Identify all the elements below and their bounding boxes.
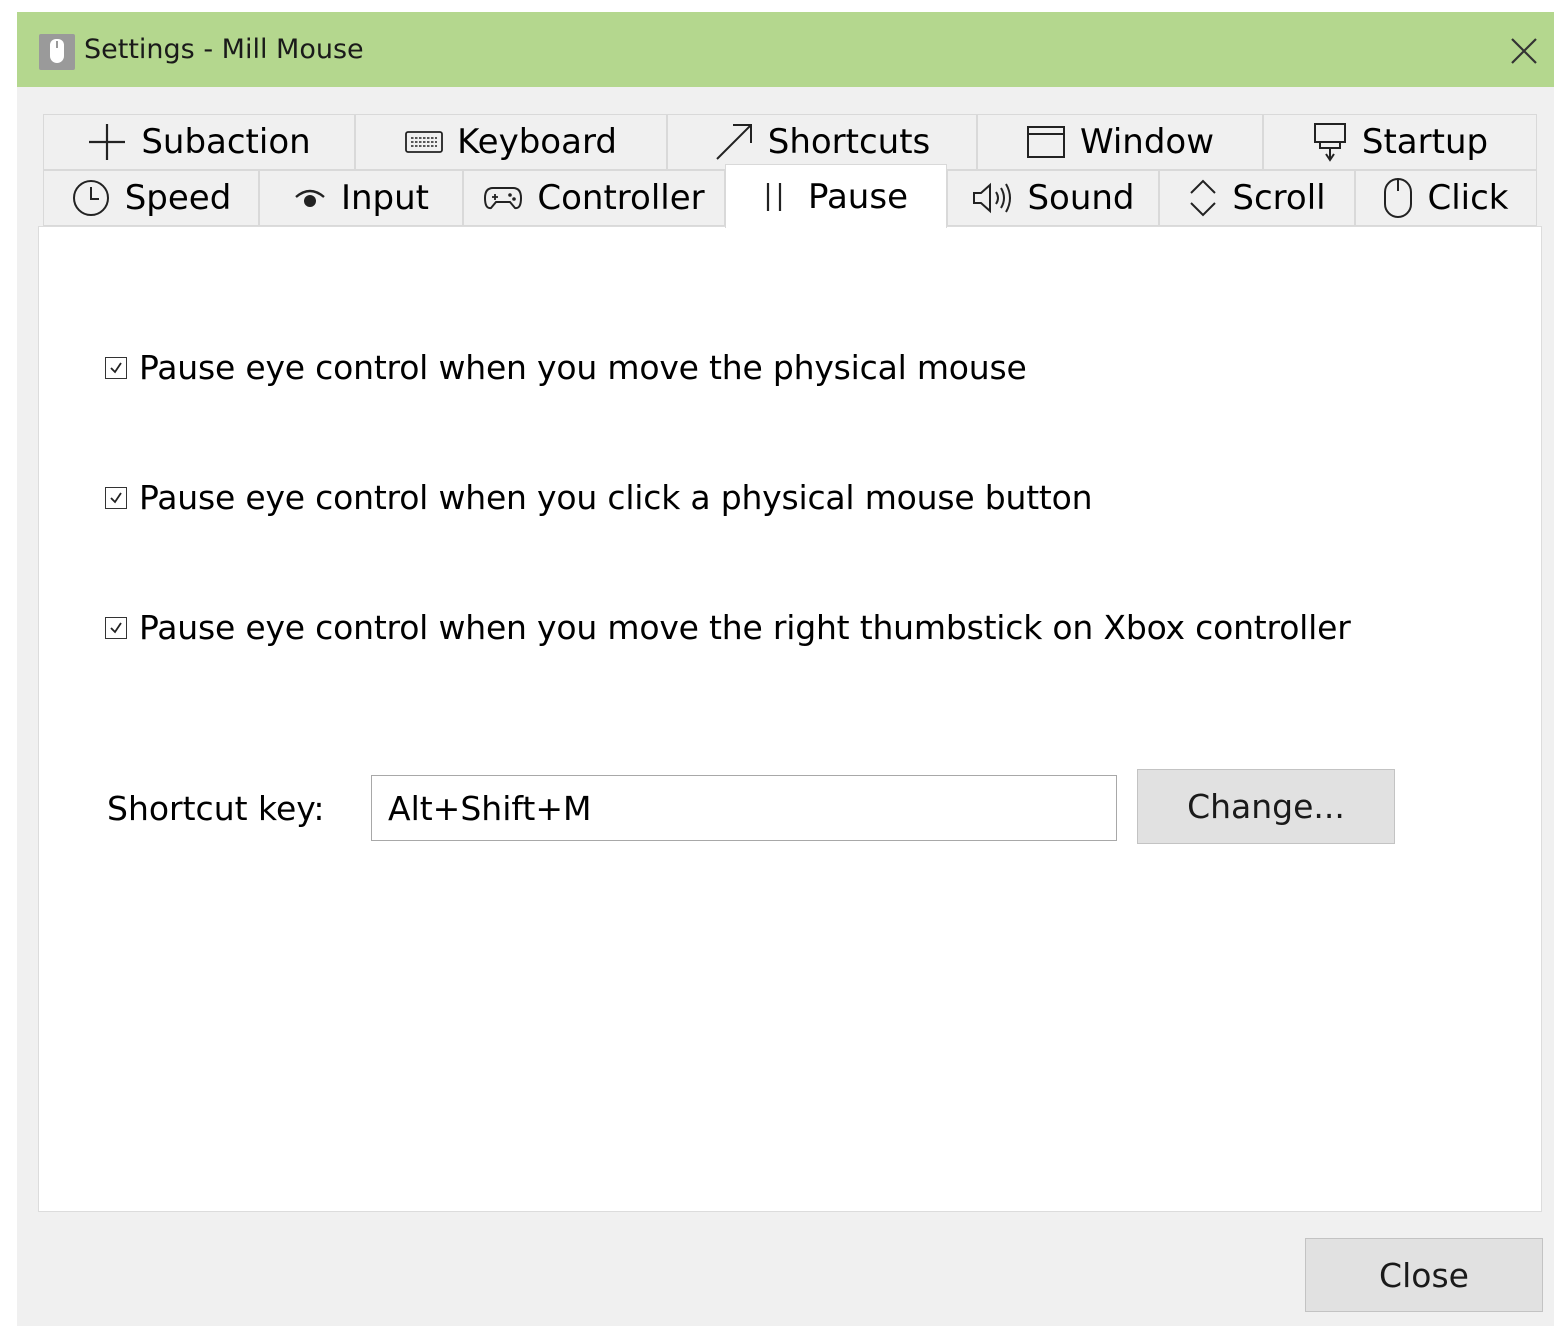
tab-label: Controller: [537, 178, 705, 218]
tab-sound[interactable]: Sound: [947, 170, 1159, 226]
scroll-icon: [1188, 178, 1218, 218]
tab-shortcuts[interactable]: Shortcuts: [667, 114, 977, 170]
app-mouse-icon: [39, 34, 75, 70]
tab-scroll[interactable]: Scroll: [1159, 170, 1355, 226]
tab-keyboard[interactable]: Keyboard: [355, 114, 667, 170]
tab-label: Pause: [808, 176, 908, 217]
plus-icon: [87, 122, 127, 162]
pause-on-thumbstick-checkbox[interactable]: Pause eye control when you move the righ…: [105, 606, 1351, 650]
gamepad-icon: [483, 185, 523, 211]
checkbox-label: Pause eye control when you move the righ…: [139, 608, 1351, 647]
change-shortcut-button[interactable]: Change...: [1137, 769, 1395, 844]
tab-controller[interactable]: Controller: [463, 170, 725, 226]
tab-window[interactable]: Window: [977, 114, 1263, 170]
pause-on-mouse-move-checkbox[interactable]: Pause eye control when you move the phys…: [105, 346, 1027, 390]
pause-settings-panel: Pause eye control when you move the phys…: [38, 226, 1542, 1212]
tab-pause[interactable]: Pause: [725, 164, 947, 228]
clock-icon: [71, 178, 111, 218]
tab-label: Input: [340, 178, 430, 218]
tab-label: Click: [1427, 178, 1509, 218]
close-button[interactable]: Close: [1305, 1238, 1543, 1312]
eye-icon: [293, 185, 327, 211]
pause-on-mouse-click-checkbox[interactable]: Pause eye control when you click a physi…: [105, 476, 1093, 520]
title-bar[interactable]: Settings - Mill Mouse: [17, 12, 1554, 87]
settings-window: Settings - Mill Mouse Subaction Keyboard…: [17, 12, 1554, 1326]
pause-icon: [764, 180, 784, 214]
checkbox-label: Pause eye control when you move the phys…: [139, 348, 1027, 387]
window-title: Settings - Mill Mouse: [84, 34, 364, 65]
tab-label: Window: [1079, 122, 1215, 162]
tab-label: Keyboard: [457, 122, 617, 162]
pin-icon: [1312, 122, 1348, 162]
keyboard-icon: [405, 130, 443, 154]
tab-subaction[interactable]: Subaction: [43, 114, 355, 170]
shortcut-key-input[interactable]: [371, 775, 1117, 841]
shortcut-key-label: Shortcut key:: [107, 789, 325, 828]
speaker-icon: [971, 181, 1013, 215]
window-close-icon[interactable]: [1507, 34, 1541, 68]
tab-label: Subaction: [141, 122, 311, 162]
checkbox-checked-icon[interactable]: [105, 617, 127, 639]
arrow-up-right-icon: [714, 122, 754, 162]
checkbox-checked-icon[interactable]: [105, 357, 127, 379]
tab-label: Speed: [124, 178, 232, 218]
window-icon: [1026, 125, 1066, 159]
mouse-icon: [1383, 177, 1413, 219]
tab-label: Startup: [1361, 122, 1489, 162]
tab-speed[interactable]: Speed: [43, 170, 259, 226]
checkbox-label: Pause eye control when you click a physi…: [139, 478, 1093, 517]
tab-label: Sound: [1027, 178, 1135, 218]
tab-click[interactable]: Click: [1355, 170, 1537, 226]
checkbox-checked-icon[interactable]: [105, 487, 127, 509]
tab-startup[interactable]: Startup: [1263, 114, 1537, 170]
tab-label: Scroll: [1232, 178, 1326, 218]
tab-input[interactable]: Input: [259, 170, 463, 226]
tab-label: Shortcuts: [767, 122, 931, 162]
